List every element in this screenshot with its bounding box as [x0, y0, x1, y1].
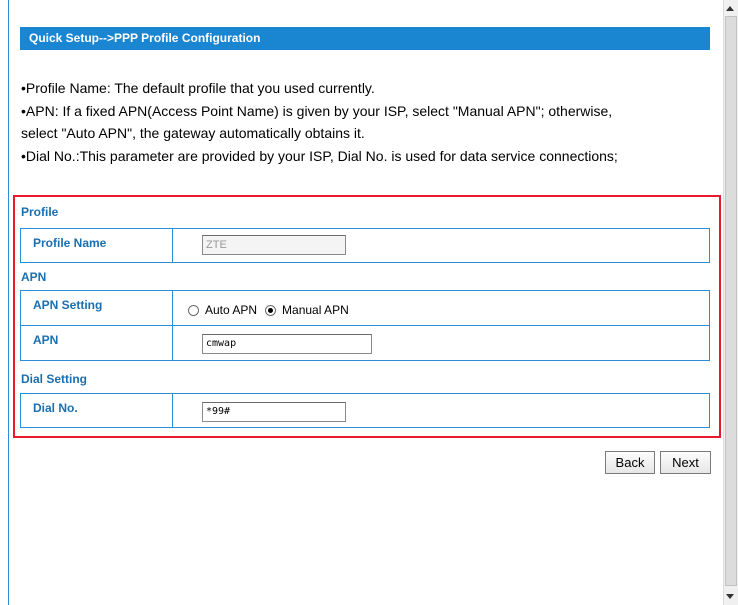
back-button[interactable]: Back	[605, 451, 655, 474]
vertical-scrollbar[interactable]	[723, 0, 738, 605]
section-dial-label: Dial Setting	[21, 372, 88, 386]
section-apn-label: APN	[21, 270, 47, 284]
apn-label: APN	[21, 326, 173, 360]
dial-no-row: Dial No. *99#	[20, 393, 710, 428]
dial-no-label: Dial No.	[21, 394, 173, 427]
section-profile-label: Profile	[21, 205, 59, 219]
help-text: •Profile Name: The default profile that …	[21, 77, 721, 167]
help-line-profile-name: •Profile Name: The default profile that …	[21, 80, 375, 96]
help-line-apn: •APN: If a fixed APN(Access Point Name) …	[21, 102, 613, 119]
profile-name-label: Profile Name	[21, 229, 173, 262]
help-line-dial: •Dial No.:This parameter are provided by…	[21, 147, 618, 164]
profile-name-row: Profile Name ZTE	[20, 228, 710, 263]
auto-apn-radio[interactable]	[188, 304, 199, 316]
manual-apn-label: Manual APN	[282, 303, 349, 317]
manual-apn-radio[interactable]	[265, 304, 277, 316]
dial-no-input[interactable]: *99#	[202, 402, 346, 422]
apn-setting-row: APN Setting Auto APN Manual APN	[20, 290, 710, 326]
left-border-line	[8, 0, 9, 605]
apn-row: APN cmwap	[20, 325, 710, 361]
page-title: Quick Setup-->PPP Profile Configuration	[29, 31, 261, 45]
apn-setting-label: APN Setting	[21, 291, 173, 325]
profile-name-field[interactable]: ZTE	[202, 235, 346, 255]
scroll-down-arrow-icon[interactable]	[726, 594, 734, 599]
help-line-apn-cont: select "Auto APN", the gateway automatic…	[21, 125, 365, 141]
apn-input[interactable]: cmwap	[202, 334, 372, 354]
next-button[interactable]: Next	[660, 451, 711, 474]
scroll-thumb[interactable]	[725, 16, 737, 586]
scroll-up-arrow-icon[interactable]	[726, 6, 734, 11]
page-title-bar: Quick Setup-->PPP Profile Configuration	[20, 27, 710, 50]
auto-apn-label: Auto APN	[205, 303, 258, 317]
